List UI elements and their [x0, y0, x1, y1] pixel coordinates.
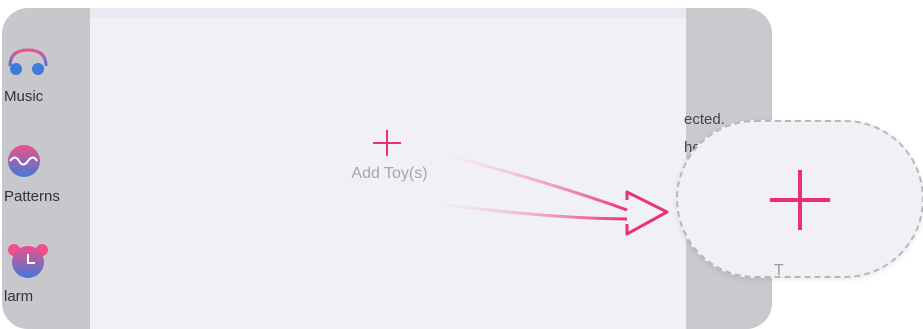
zoom-magnifier: T [676, 120, 923, 278]
headphones-icon [8, 48, 48, 75]
sidebar-item-label: Patterns [4, 188, 60, 205]
wave-pattern-icon [8, 145, 40, 177]
sidebar-item-patterns[interactable]: Patterns [2, 145, 90, 215]
status-text-line-1: ected. [684, 111, 725, 128]
app-window: Music Patterns larm ected. he Add Toy(s) [2, 8, 772, 329]
sidebar-item-label: Music [4, 88, 44, 105]
pointer-arrow-icon [432, 152, 669, 236]
alarm-clock-icon [8, 244, 48, 278]
sidebar-item-music[interactable]: Music [2, 44, 90, 114]
zoom-bottom-text: T [774, 262, 784, 278]
top-strip [90, 8, 686, 18]
plus-icon [373, 130, 401, 156]
sidebar: Music Patterns larm [2, 8, 90, 329]
sidebar-item-alarm[interactable]: larm [2, 242, 90, 312]
plus-icon [770, 170, 830, 230]
sidebar-item-label: larm [4, 288, 34, 305]
